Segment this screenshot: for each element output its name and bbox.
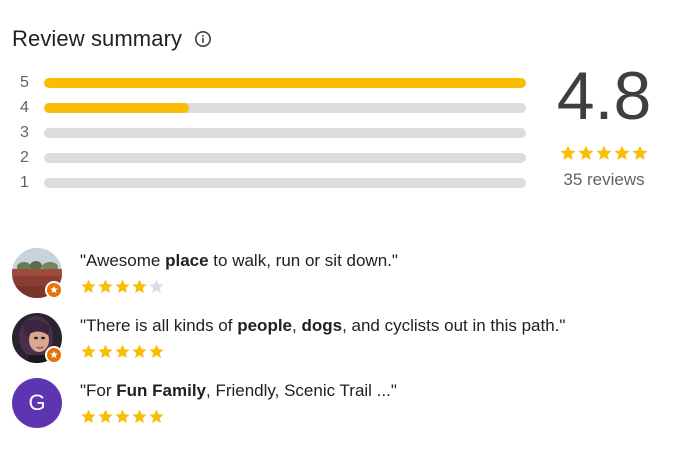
- rating-row-3[interactable]: 3: [20, 123, 530, 148]
- star-filled-icon: [98, 279, 113, 293]
- rating-bar-track: [44, 128, 526, 138]
- review-snippet-text: "For Fun Family, Friendly, Scenic Trail …: [80, 380, 397, 402]
- star-filled-icon: [81, 344, 96, 358]
- star-empty-icon: [149, 279, 164, 293]
- reviews-count-link[interactable]: 35 reviews: [545, 170, 663, 190]
- reviewer-avatar[interactable]: G: [12, 378, 62, 428]
- rating-row-label: 4: [20, 99, 29, 116]
- star-filled-icon: [149, 344, 164, 358]
- star-filled-icon: [132, 409, 147, 423]
- snippet-text-part: , and cyclists out in this path.": [342, 316, 566, 335]
- highlighted-keyword: Fun Family: [116, 381, 206, 400]
- star-filled-icon: [98, 409, 113, 423]
- review-stars: [80, 343, 165, 360]
- star-filled-icon: [115, 409, 130, 423]
- rating-bar-track: [44, 103, 526, 113]
- star-filled-icon: [614, 145, 630, 160]
- review-snippet-text: "Awesome place to walk, run or sit down.…: [80, 250, 398, 272]
- review-snippet[interactable]: "There is all kinds of people, dogs, and…: [12, 313, 672, 378]
- snippet-text-part: , Friendly, Scenic Trail ...": [206, 381, 397, 400]
- info-icon[interactable]: [194, 30, 212, 48]
- review-snippets: "Awesome place to walk, run or sit down.…: [12, 248, 672, 443]
- rating-row-2[interactable]: 2: [20, 148, 530, 173]
- rating-bar-track: [44, 178, 526, 188]
- snippet-text-part: to walk, run or sit down.": [208, 251, 398, 270]
- rating-row-1[interactable]: 1: [20, 173, 530, 198]
- star-filled-icon: [132, 344, 147, 358]
- highlighted-keyword: place: [165, 251, 209, 270]
- rating-bar-track: [44, 78, 526, 88]
- reviewer-avatar[interactable]: [12, 313, 63, 364]
- average-stars: [545, 144, 663, 162]
- review-snippet-text: "There is all kinds of people, dogs, and…: [80, 315, 565, 337]
- rating-row-label: 3: [20, 124, 29, 141]
- reviewer-avatar[interactable]: [12, 248, 63, 299]
- star-filled-icon: [132, 279, 147, 293]
- snippet-text-part: "For: [80, 381, 117, 400]
- star-filled-icon: [578, 145, 594, 160]
- star-filled-icon: [81, 279, 96, 293]
- review-summary-title: Review summary: [12, 26, 183, 51]
- review-stars: [80, 278, 165, 295]
- star-filled-icon: [115, 344, 130, 358]
- rating-bar-track: [44, 153, 526, 163]
- rating-row-5[interactable]: 5: [20, 73, 530, 98]
- local-guide-badge-icon: [45, 346, 63, 364]
- rating-row-label: 5: [20, 74, 29, 91]
- highlighted-keyword: dogs: [301, 316, 343, 335]
- star-filled-icon: [632, 145, 648, 160]
- star-filled-icon: [98, 344, 113, 358]
- review-snippet[interactable]: G "For Fun Family, Friendly, Scenic Trail…: [12, 378, 672, 443]
- average-rating: 4.8: [556, 58, 652, 134]
- rating-bar-fill: [44, 78, 526, 88]
- star-filled-icon: [115, 279, 130, 293]
- review-snippet[interactable]: "Awesome place to walk, run or sit down.…: [12, 248, 672, 313]
- star-filled-icon: [596, 145, 612, 160]
- review-summary-header: Review summary: [12, 26, 212, 52]
- rating-distribution: 5 4 3 2 1: [20, 73, 530, 198]
- rating-row-4[interactable]: 4: [20, 98, 530, 123]
- review-stars: [80, 408, 165, 425]
- local-guide-badge-icon: [45, 281, 63, 299]
- highlighted-keyword: people: [237, 316, 293, 335]
- rating-row-label: 1: [20, 174, 29, 191]
- rating-row-label: 2: [20, 149, 29, 166]
- overall-rating: 4.8 35 reviews: [545, 56, 663, 190]
- avatar-letter: G: [12, 378, 62, 428]
- star-filled-icon: [81, 409, 96, 423]
- star-filled-icon: [149, 409, 164, 423]
- snippet-text-part: "There is all kinds of: [80, 316, 238, 335]
- snippet-text-part: "Awesome: [80, 251, 166, 270]
- rating-bar-fill: [44, 103, 189, 113]
- star-filled-icon: [560, 145, 576, 160]
